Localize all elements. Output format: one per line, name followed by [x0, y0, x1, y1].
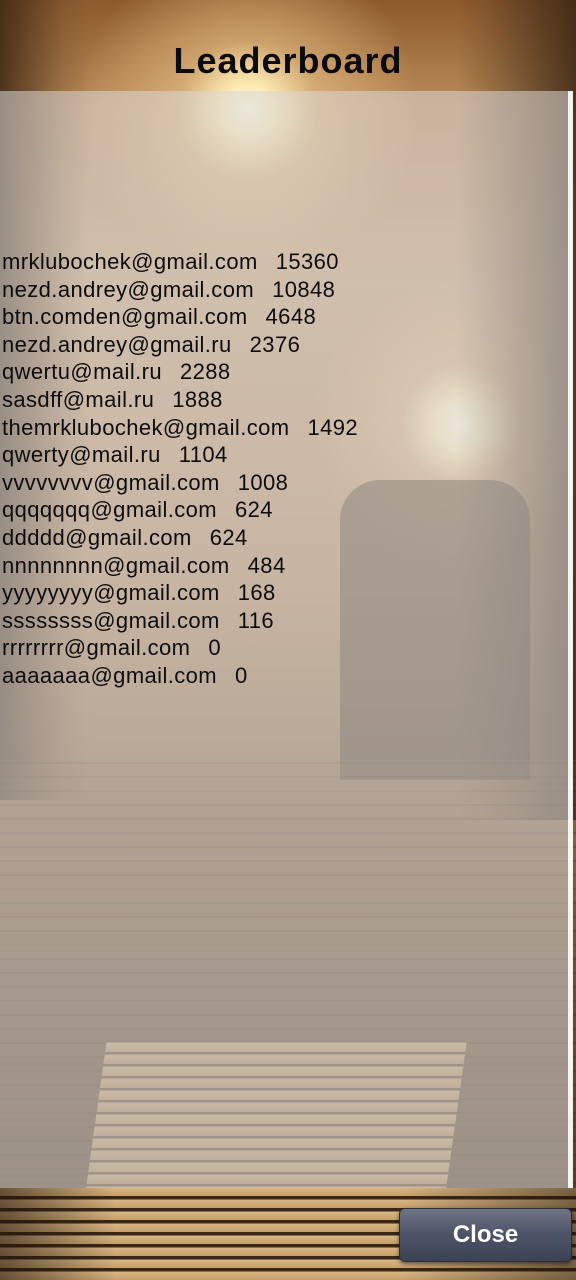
player-email: yyyyyyyy@gmail.com	[2, 580, 220, 606]
player-email: vvvvvvvv@gmail.com	[2, 469, 220, 495]
player-email: ddddd@gmail.com	[2, 524, 192, 550]
player-email: nezd.andrey@gmail.com	[2, 276, 255, 302]
list-item: qqqqqqq@gmail.com 624	[2, 496, 562, 524]
list-item: aaaaaaa@gmail.com 0	[2, 662, 562, 690]
player-email: nnnnnnnn@gmail.com	[2, 552, 230, 578]
list-item: rrrrrrrr@gmail.com 0	[2, 634, 562, 662]
player-score: 624	[235, 497, 273, 523]
player-score: 1492	[307, 414, 359, 440]
player-email: ssssssss@gmail.com	[2, 607, 220, 633]
player-email: sasdff@mail.ru	[2, 386, 155, 412]
list-item: themrklubochek@gmail.com 1492	[2, 414, 562, 442]
list-item: nezd.andrey@gmail.com 10848	[2, 276, 562, 304]
player-email: qwertu@mail.ru	[2, 359, 162, 385]
list-item: btn.comden@gmail.com 4648	[2, 303, 562, 331]
list-item: vvvvvvvv@gmail.com 1008	[2, 469, 562, 497]
player-score: 10848	[272, 276, 336, 302]
list-item: qwerty@mail.ru 1104	[2, 441, 562, 469]
player-score: 0	[208, 635, 222, 661]
player-email: nezd.andrey@gmail.ru	[2, 331, 232, 357]
player-score: 15360	[275, 249, 339, 274]
player-score: 4648	[265, 304, 317, 330]
list-item: sasdff@mail.ru 1888	[2, 386, 562, 414]
player-email: btn.comden@gmail.com	[2, 304, 248, 330]
list-item: ddddd@gmail.com 624	[2, 524, 562, 552]
player-score: 116	[237, 607, 275, 633]
list-item: nezd.andrey@gmail.ru 2376	[2, 331, 562, 359]
list-item: ssssssss@gmail.com 116	[2, 607, 562, 635]
player-email: themrklubochek@gmail.com	[2, 414, 290, 440]
player-score: 168	[237, 580, 276, 606]
player-score: 2288	[179, 359, 231, 385]
scrollbar[interactable]	[568, 91, 573, 1188]
player-score: 2376	[249, 331, 301, 357]
player-score: 1888	[172, 386, 223, 412]
page-title: Leaderboard	[173, 40, 403, 81]
player-score: 0	[235, 662, 248, 688]
list-item: mrklubochek@gmail.com 15360	[2, 248, 562, 276]
player-email: aaaaaaa@gmail.com	[2, 662, 218, 688]
player-email: qqqqqqq@gmail.com	[2, 497, 218, 523]
player-score: 624	[209, 524, 248, 550]
player-email: rrrrrrrr@gmail.com	[2, 635, 191, 661]
list-item: yyyyyyyy@gmail.com 168	[2, 579, 562, 607]
leaderboard-list: mrklubochek@gmail.com 15360 nezd.andrey@g…	[2, 248, 562, 690]
player-email: mrklubochek@gmail.com	[2, 249, 258, 274]
player-email: qwerty@mail.ru	[2, 442, 161, 468]
list-item: nnnnnnnn@gmail.com 484	[2, 552, 562, 580]
player-score: 1008	[237, 469, 289, 495]
player-score: 1104	[178, 442, 228, 468]
player-score: 484	[247, 552, 286, 578]
list-item: qwertu@mail.ru 2288	[2, 358, 562, 386]
close-button[interactable]: Close	[399, 1208, 572, 1262]
